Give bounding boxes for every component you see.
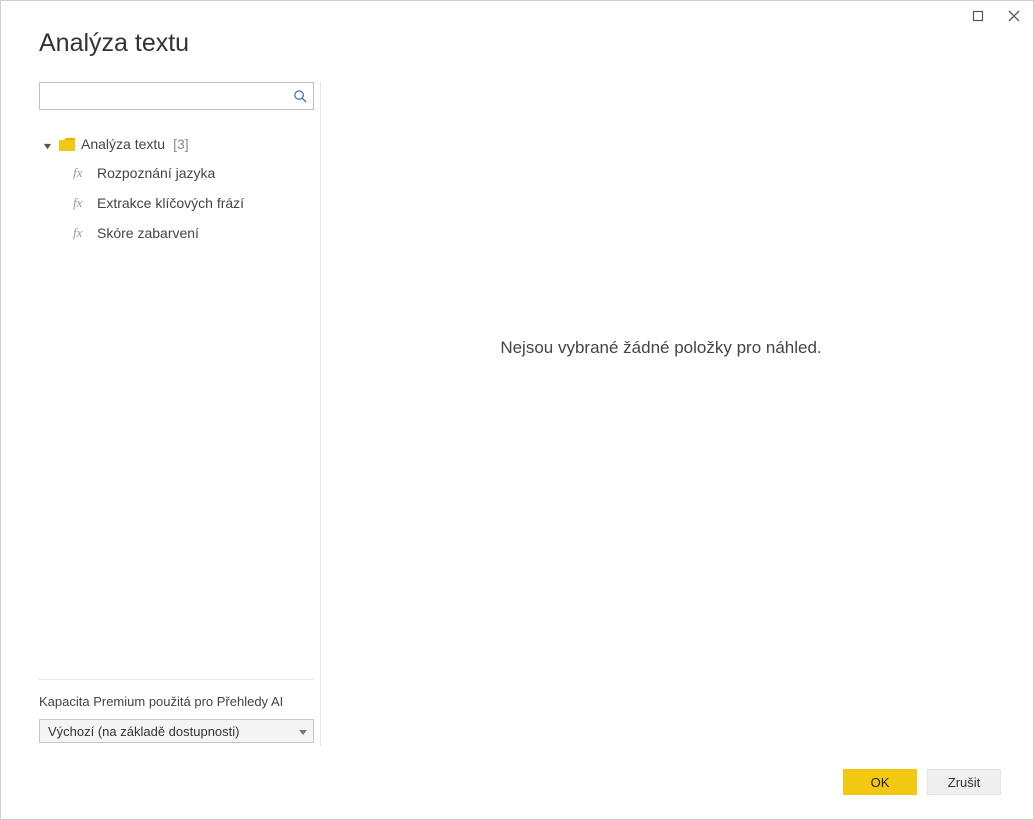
window-close-button[interactable] (1005, 7, 1023, 25)
dialog-footer: OK Zrušit (39, 747, 1001, 795)
folder-icon (59, 138, 75, 151)
close-icon (1008, 10, 1020, 22)
search-icon[interactable] (287, 89, 313, 104)
tree-item-label: Extrakce klíčových frází (97, 195, 244, 211)
fx-icon: fx (73, 195, 89, 211)
function-tree: Analýza textu [3] fx Rozpoznání jazyka f… (39, 130, 314, 679)
preview-empty-message: Nejsou vybrané žádné položky pro náhled. (500, 338, 821, 358)
capacity-section: Kapacita Premium použitá pro Přehledy AI… (39, 679, 314, 747)
left-pane: Analýza textu [3] fx Rozpoznání jazyka f… (39, 82, 321, 747)
cancel-button[interactable]: Zrušit (927, 769, 1001, 795)
chevron-down-icon (299, 724, 307, 739)
tree-folder-label: Analýza textu (81, 136, 165, 152)
ok-button[interactable]: OK (843, 769, 917, 795)
tree-children: fx Rozpoznání jazyka fx Extrakce klíčový… (73, 158, 314, 248)
tree-item-key-phrases[interactable]: fx Extrakce klíčových frází (73, 188, 314, 218)
window-controls (969, 7, 1023, 25)
tree-item-label: Rozpoznání jazyka (97, 165, 215, 181)
tree-item-detect-language[interactable]: fx Rozpoznání jazyka (73, 158, 314, 188)
tree-folder-count: [3] (173, 136, 189, 152)
tree-item-label: Skóre zabarvení (97, 225, 199, 241)
caret-down-icon (43, 139, 53, 149)
fx-icon: fx (73, 165, 89, 181)
search-input[interactable] (40, 89, 287, 104)
tree-folder[interactable]: Analýza textu [3] (43, 130, 314, 158)
window-restore-button[interactable] (969, 7, 987, 25)
capacity-select[interactable]: Výchozí (na základě dostupnosti) (39, 719, 314, 743)
search-box[interactable] (39, 82, 314, 110)
dialog-body: Analýza textu [3] fx Rozpoznání jazyka f… (39, 82, 1001, 747)
capacity-label: Kapacita Premium použitá pro Přehledy AI (39, 694, 314, 709)
restore-icon (972, 10, 984, 22)
dialog: Analýza textu (1, 1, 1033, 819)
tree-item-sentiment-score[interactable]: fx Skóre zabarvení (73, 218, 314, 248)
dialog-title: Analýza textu (39, 29, 1001, 58)
capacity-selected-value: Výchozí (na základě dostupnosti) (48, 724, 240, 739)
fx-icon: fx (73, 225, 89, 241)
preview-pane: Nejsou vybrané žádné položky pro náhled. (321, 82, 1001, 747)
